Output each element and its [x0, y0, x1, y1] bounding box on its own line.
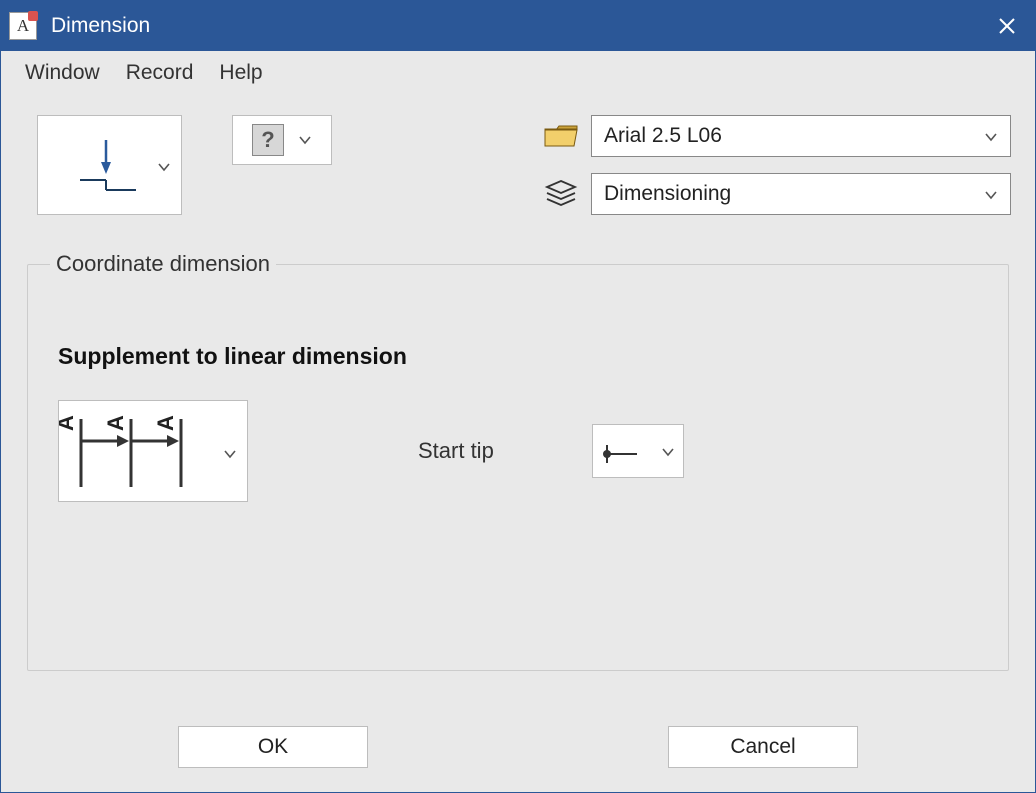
- app-icon: A: [9, 12, 37, 40]
- chevron-down-icon: [661, 445, 675, 459]
- ok-button[interactable]: OK: [178, 726, 368, 768]
- chevron-down-icon: [223, 447, 237, 461]
- dimension-type-icon: [70, 130, 150, 200]
- close-button[interactable]: [979, 1, 1035, 51]
- chevron-down-icon: [984, 188, 998, 202]
- close-icon: [998, 17, 1016, 35]
- svg-text:A: A: [103, 415, 128, 431]
- dimension-type-button[interactable]: [37, 115, 182, 215]
- app-icon-letter: A: [17, 16, 29, 36]
- toolbar-row: ? Arial 2.5 L06: [25, 115, 1011, 215]
- supplement-type-icon: A A A: [59, 401, 209, 501]
- layer-value: Dimensioning: [604, 182, 731, 206]
- question-icon: ?: [252, 124, 284, 156]
- window-title: Dimension: [51, 14, 979, 38]
- menu-help[interactable]: Help: [219, 61, 262, 85]
- font-style-value: Arial 2.5 L06: [604, 124, 722, 148]
- font-style-combo[interactable]: Arial 2.5 L06: [591, 115, 1011, 157]
- layers-icon: [544, 179, 578, 209]
- chevron-down-icon: [298, 133, 312, 147]
- help-dropdown-button[interactable]: ?: [232, 115, 332, 165]
- dialog-body: ? Arial 2.5 L06: [1, 95, 1035, 712]
- svg-text:A: A: [153, 415, 178, 431]
- style-controls: Arial 2.5 L06: [531, 115, 1011, 215]
- start-tip-label: Start tip: [418, 438, 494, 464]
- start-tip-button[interactable]: [592, 424, 684, 478]
- supplement-heading: Supplement to linear dimension: [58, 343, 978, 370]
- menubar: Window Record Help: [1, 51, 1035, 95]
- cancel-button[interactable]: Cancel: [668, 726, 858, 768]
- folder-icon: [544, 123, 578, 149]
- svg-text:A: A: [59, 415, 78, 431]
- chevron-down-icon: [984, 130, 998, 144]
- supplement-type-button[interactable]: A A A: [58, 400, 248, 502]
- menu-window[interactable]: Window: [25, 61, 100, 85]
- menu-record[interactable]: Record: [126, 61, 194, 85]
- dialog-footer: OK Cancel: [1, 712, 1035, 792]
- layer-combo[interactable]: Dimensioning: [591, 173, 1011, 215]
- coordinate-dimension-group: Coordinate dimension Supplement to linea…: [27, 251, 1009, 671]
- titlebar: A Dimension: [1, 1, 1035, 51]
- supplement-row: A A A Start tip: [58, 400, 978, 502]
- dimension-dialog: A Dimension Window Record Help: [0, 0, 1036, 793]
- start-tip-icon: [593, 425, 653, 479]
- chevron-down-icon: [157, 160, 171, 174]
- group-legend: Coordinate dimension: [50, 251, 276, 277]
